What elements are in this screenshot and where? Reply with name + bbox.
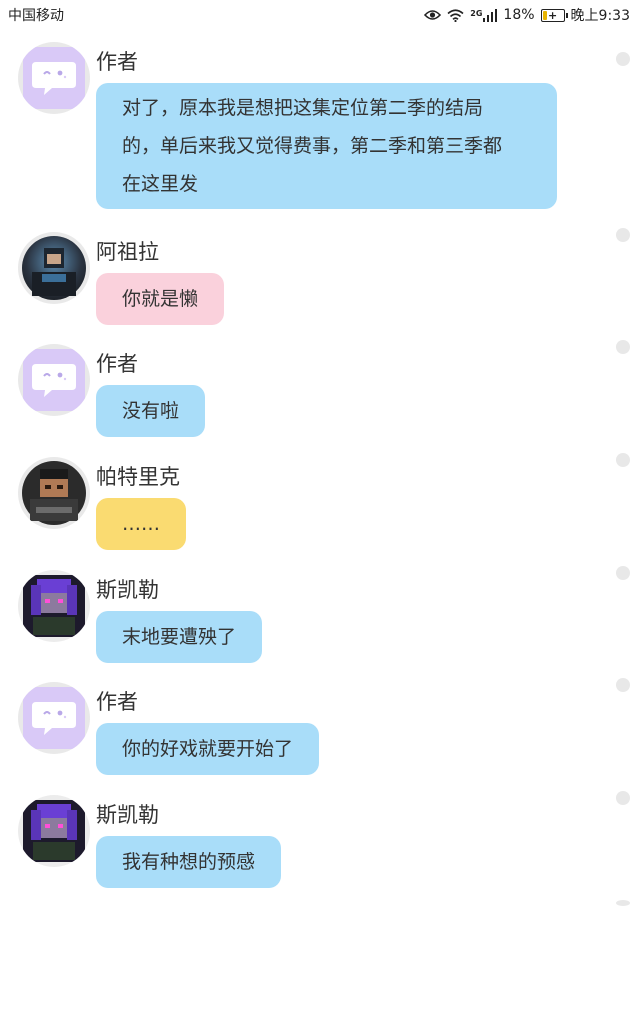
avatar-author[interactable]	[18, 344, 90, 416]
sender-name: 斯凯勒	[96, 578, 159, 602]
character-avatar-icon	[22, 461, 86, 525]
avatar-skyler[interactable]	[18, 570, 90, 642]
status-icons: 2G 18% + 晚上9:33	[424, 5, 630, 25]
indicator-dot	[616, 52, 630, 66]
eye-icon	[424, 9, 442, 21]
character-avatar-icon	[23, 575, 85, 637]
indicator-dot	[616, 678, 630, 692]
status-bar: 中国移动 2G 18% + 晚上9:33	[0, 0, 640, 30]
message-bubble[interactable]: 你就是懒	[96, 273, 225, 325]
message-text: 在这里发	[122, 173, 199, 195]
sender-name: 阿祖拉	[96, 240, 159, 264]
message-bubble[interactable]: 对了，原本我是想把这集定位第二季的结局 的，单后来我又觉得费事，第二季和第三季都…	[96, 83, 557, 209]
sender-name: 斯凯勒	[96, 803, 159, 827]
message-bubble[interactable]: 你的好戏就要开始了	[96, 723, 320, 775]
carrier-label: 中国移动	[8, 8, 64, 24]
battery-icon: +	[540, 8, 568, 22]
message-bubble[interactable]: ……	[96, 498, 186, 550]
chat-bubble-icon	[23, 687, 85, 749]
character-avatar-icon	[23, 800, 85, 862]
indicator-dot	[616, 900, 630, 906]
wifi-icon	[447, 8, 464, 22]
signal-icon: 2G	[470, 8, 498, 22]
avatar-patrick[interactable]	[18, 457, 90, 529]
avatar-azula[interactable]	[18, 232, 90, 304]
chat-bubble-icon	[23, 47, 85, 109]
chat-bubble-icon	[23, 349, 85, 411]
indicator-dot	[616, 340, 630, 354]
indicator-dot	[616, 566, 630, 580]
avatar-skyler[interactable]	[18, 795, 90, 867]
indicator-dot	[616, 453, 630, 467]
message-bubble[interactable]: 没有啦	[96, 385, 206, 437]
sender-name: 作者	[96, 352, 138, 376]
network-type: 2G	[470, 8, 483, 18]
avatar-author[interactable]	[18, 42, 90, 114]
sender-name: 作者	[96, 690, 138, 714]
indicator-dot	[616, 228, 630, 242]
sender-name: 作者	[96, 50, 138, 74]
message-text: 对了，原本我是想把这集定位第二季的结局	[122, 97, 484, 119]
sender-name: 帕特里克	[96, 465, 180, 489]
message-text: 的，单后来我又觉得费事，第二季和第三季都	[122, 135, 503, 157]
indicator-dot	[616, 791, 630, 805]
battery-percent: 18%	[503, 7, 535, 23]
message-bubble[interactable]: 我有种想的预感	[96, 836, 282, 888]
message-bubble[interactable]: 末地要遭殃了	[96, 611, 263, 663]
clock: 晚上9:33	[570, 8, 630, 24]
avatar-author[interactable]	[18, 682, 90, 754]
character-avatar-icon	[22, 236, 86, 300]
